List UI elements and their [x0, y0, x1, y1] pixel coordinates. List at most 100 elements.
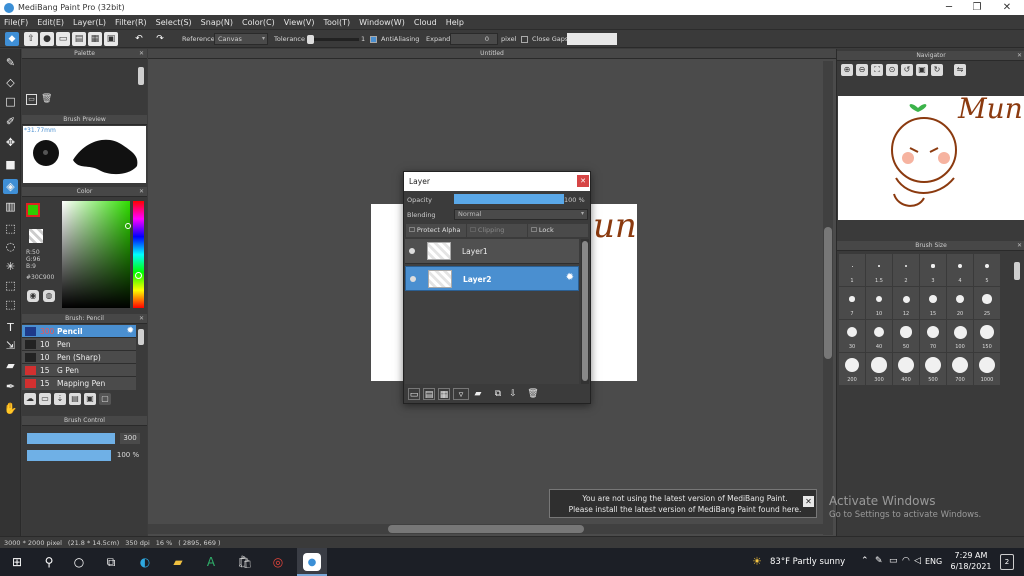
wifi-icon[interactable]: ◠ — [902, 556, 910, 566]
brush-size-cell[interactable]: 4 — [947, 254, 973, 286]
notice-close-icon[interactable]: ✕ — [803, 496, 814, 507]
pen-tray-icon[interactable]: ✎ — [875, 556, 883, 566]
brush-item[interactable]: 15 G Pen — [22, 364, 136, 377]
weather-icon[interactable]: ☀ — [752, 555, 762, 568]
tolerance-slider[interactable] — [307, 38, 359, 41]
brush-list-scrollbar[interactable] — [138, 329, 144, 345]
undo-icon[interactable]: ↶ — [132, 32, 146, 46]
canvas-tab[interactable]: Untitled — [148, 49, 836, 59]
brush-size-cell[interactable]: 400 — [893, 353, 919, 385]
brush-size-cell[interactable]: 15 — [920, 287, 946, 319]
windows-start-icon[interactable]: ⊞ — [8, 553, 26, 571]
brush-duplicate-icon[interactable]: ▣ — [84, 393, 96, 405]
brush-size-close-icon[interactable]: ✕ — [1017, 241, 1022, 251]
canvas-vertical-scrollbar[interactable] — [823, 61, 833, 535]
brush-opacity-slider[interactable] — [27, 450, 111, 461]
hand-tool-icon[interactable]: ✋ — [3, 401, 18, 416]
layer-row[interactable]: Layer2 ✹ — [405, 266, 579, 291]
duplicate-layer-icon[interactable]: ⧉ — [492, 388, 504, 400]
move-tool-icon[interactable]: ✥ — [3, 135, 18, 150]
brush-delete-icon[interactable]: ▢ — [99, 393, 111, 405]
redo-icon[interactable]: ↷ — [153, 32, 167, 46]
canvas-horizontal-scroll-thumb[interactable] — [388, 525, 584, 533]
merge-layer-icon[interactable]: ⇩ — [507, 388, 519, 400]
layer-dialog-close-icon[interactable]: ✕ — [577, 175, 589, 187]
delete-palette-icon[interactable]: 🗑 — [41, 94, 52, 105]
text-tool-icon[interactable]: T — [3, 320, 18, 335]
store-icon[interactable]: 🛍 — [236, 553, 254, 571]
brush-item[interactable]: 10 Pen (Sharp) — [22, 351, 136, 364]
fit-view-icon[interactable]: ⛶ — [871, 64, 883, 76]
brush-copy-icon[interactable]: ▤ — [69, 393, 81, 405]
brush-size-cell[interactable]: 100 — [947, 320, 973, 352]
transparent-color[interactable] — [29, 229, 43, 243]
brush-item[interactable]: 300 Pencil ✹ — [22, 325, 136, 338]
menu-layer[interactable]: Layer(L) — [73, 18, 106, 27]
gradient-tool-icon[interactable]: ▥ — [3, 199, 18, 214]
navigator-preview[interactable]: Mun — [838, 92, 1024, 220]
menu-filter[interactable]: Filter(R) — [115, 18, 147, 27]
restore-button[interactable]: ❐ — [962, 0, 992, 15]
saturation-value-picker[interactable] — [62, 201, 130, 308]
palette-scrollbar[interactable] — [138, 67, 144, 85]
folder-icon[interactable]: ▰ — [472, 388, 484, 400]
flip-icon[interactable]: ⇋ — [954, 64, 966, 76]
close-gaps-slider[interactable] — [567, 33, 617, 45]
menu-help[interactable]: Help — [446, 18, 464, 27]
export-icon[interactable]: ▣ — [104, 32, 118, 46]
color-close-icon[interactable]: ✕ — [139, 187, 144, 197]
delete-layer-icon[interactable]: 🗑 — [527, 388, 539, 400]
brush-size-cell[interactable]: 70 — [920, 320, 946, 352]
brush-size-cell[interactable]: 5 — [974, 254, 1000, 286]
clipping-checkbox[interactable]: ☐ Clipping — [467, 224, 527, 237]
layer-opacity-slider[interactable] — [454, 194, 564, 204]
app-a-icon[interactable]: A — [202, 553, 220, 571]
zoom-in-icon[interactable]: ⊕ — [841, 64, 853, 76]
bucket-mode-icon[interactable]: ◆ — [5, 32, 19, 46]
eyedropper-tool-icon[interactable]: ✒ — [3, 379, 18, 394]
clock-date[interactable]: 6/18/2021 — [950, 562, 992, 571]
close-gaps-checkbox[interactable] — [521, 36, 528, 43]
layer-visibility-icon[interactable] — [410, 276, 416, 282]
new-palette-icon[interactable]: ▭ — [26, 94, 37, 105]
operation-tool-icon[interactable]: ⇲ — [3, 338, 18, 353]
brush-size-cell[interactable]: 30 — [839, 320, 865, 352]
navigator-close-icon[interactable]: ✕ — [1017, 51, 1022, 61]
layer-list-scrollbar[interactable] — [581, 239, 589, 384]
menu-window[interactable]: Window(W) — [359, 18, 405, 27]
minimize-button[interactable]: ─ — [934, 0, 964, 15]
tray-chevron-icon[interactable]: ⌃ — [861, 556, 869, 566]
menu-select[interactable]: Select(S) — [156, 18, 192, 27]
search-icon[interactable]: ⚲ — [40, 553, 58, 571]
canvas-vertical-scroll-thumb[interactable] — [824, 227, 832, 359]
lock-checkbox[interactable]: ☐ Lock — [528, 224, 588, 237]
bucket-tool-icon[interactable]: ◈ — [3, 179, 18, 194]
brush-add-icon[interactable]: ▭ — [39, 393, 51, 405]
zoom-out-icon[interactable]: ⊖ — [856, 64, 868, 76]
chrome-icon[interactable]: ◎ — [269, 553, 287, 571]
eraser-tool-icon[interactable]: ◇ — [3, 75, 18, 90]
sv-picker-cursor[interactable] — [125, 223, 131, 229]
brush-sync-icon[interactable]: ☁ — [24, 393, 36, 405]
update-notice[interactable]: You are not using the latest version of … — [549, 489, 817, 518]
layer-row[interactable]: Layer1 — [405, 239, 579, 264]
save-file-icon[interactable]: ▦ — [88, 32, 102, 46]
fullscreen-icon[interactable]: ▣ — [916, 64, 928, 76]
weather-text[interactable]: 83°F Partly sunny — [770, 557, 845, 567]
layer-list-scroll-thumb[interactable] — [582, 241, 588, 381]
brush-tool-icon[interactable]: ✎ — [3, 55, 18, 70]
tolerance-slider-handle[interactable] — [307, 35, 314, 44]
edge-browser-icon[interactable]: ◐ — [136, 553, 154, 571]
add-layer-menu-icon[interactable]: ▿ — [453, 388, 469, 400]
brush-size-cell[interactable]: 7 — [839, 287, 865, 319]
new-1bit-layer-icon[interactable]: ▦ — [438, 388, 450, 400]
brush-size-slider[interactable] — [27, 433, 115, 444]
brush-size-cell[interactable]: 12 — [893, 287, 919, 319]
new-layer-icon[interactable]: ▭ — [408, 388, 420, 400]
hue-slider[interactable] — [133, 201, 144, 308]
brush-size-value[interactable]: 300 — [120, 433, 140, 444]
menu-file[interactable]: File(F) — [4, 18, 28, 27]
brush-size-cell[interactable]: 700 — [947, 353, 973, 385]
brush-size-cell[interactable]: 1 — [839, 254, 865, 286]
protect-alpha-checkbox[interactable]: ☐ Protect Alpha — [406, 224, 466, 237]
